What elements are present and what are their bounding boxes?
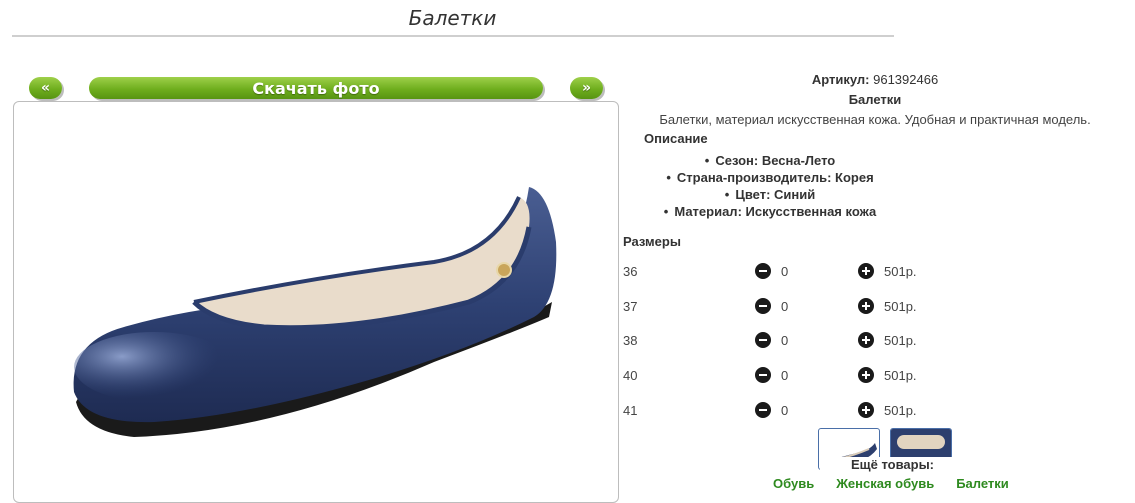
minus-icon[interactable] xyxy=(755,332,771,348)
size-quantity: 0 xyxy=(781,368,789,383)
download-photo-button[interactable]: Скачать фото xyxy=(89,77,543,99)
size-row: 36 0 501р. xyxy=(620,262,940,282)
size-label: 41 xyxy=(623,403,638,418)
next-photo-button[interactable]: » xyxy=(570,77,603,99)
title-divider xyxy=(12,35,894,37)
minus-icon[interactable] xyxy=(755,263,771,279)
size-price: 501р. xyxy=(884,368,917,383)
more-products-heading: Ещё товары: xyxy=(820,457,965,475)
attribute-item: Страна-производитель: Корея xyxy=(510,169,1030,186)
product-name: Балетки xyxy=(848,92,902,107)
attribute-item: Сезон: Весна-Лето xyxy=(510,152,1030,169)
sizes-heading: Размеры xyxy=(623,234,681,249)
size-label: 40 xyxy=(623,368,638,383)
page-title: Балетки xyxy=(408,6,497,30)
plus-icon[interactable] xyxy=(858,263,874,279)
plus-icon[interactable] xyxy=(858,332,874,348)
sku: Артикул: 961392466 xyxy=(620,72,1130,87)
category-link[interactable]: Балетки xyxy=(956,476,1009,491)
plus-icon[interactable] xyxy=(858,367,874,383)
size-quantity: 0 xyxy=(781,403,789,418)
size-row: 37 0 501р. xyxy=(620,297,940,317)
sku-label: Артикул: xyxy=(811,72,870,87)
minus-icon[interactable] xyxy=(755,367,771,383)
size-row: 41 0 501р. xyxy=(620,401,940,421)
size-price: 501р. xyxy=(884,333,917,348)
prev-photo-button[interactable]: « xyxy=(29,77,62,99)
size-label: 36 xyxy=(623,264,638,279)
category-link[interactable]: Обувь xyxy=(773,476,814,491)
size-row: 38 0 501р. xyxy=(620,331,940,351)
size-price: 501р. xyxy=(884,264,917,279)
size-row: 40 0 501р. xyxy=(620,366,940,386)
attribute-list: Сезон: Весна-Лето Страна-производитель: … xyxy=(620,152,1135,220)
attribute-item: Цвет: Синий xyxy=(510,186,1030,203)
size-price: 501р. xyxy=(884,403,917,418)
description-heading: Описание xyxy=(644,131,708,146)
size-label: 37 xyxy=(623,299,638,314)
plus-icon[interactable] xyxy=(858,402,874,418)
plus-icon[interactable] xyxy=(858,298,874,314)
size-price: 501р. xyxy=(884,299,917,314)
size-label: 38 xyxy=(623,333,638,348)
minus-icon[interactable] xyxy=(755,298,771,314)
product-description: Балетки, материал искусственная кожа. Уд… xyxy=(659,112,1091,127)
attribute-item: Материал: Искусственная кожа xyxy=(510,203,1030,220)
size-quantity: 0 xyxy=(781,299,789,314)
category-link[interactable]: Женская обувь xyxy=(836,476,934,491)
minus-icon[interactable] xyxy=(755,402,771,418)
category-links: Обувь Женская обувь Балетки xyxy=(773,476,1009,491)
size-quantity: 0 xyxy=(781,333,789,348)
size-quantity: 0 xyxy=(781,264,789,279)
sku-value: 961392466 xyxy=(873,72,939,87)
